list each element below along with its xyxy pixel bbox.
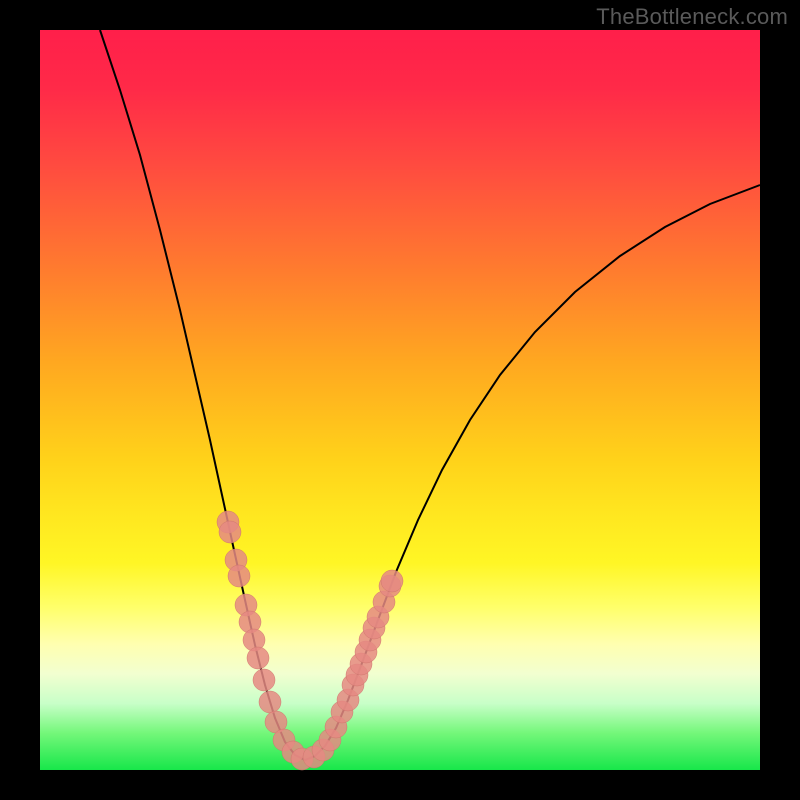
data-marker: [381, 570, 403, 592]
bottleneck-curve: [100, 30, 760, 760]
data-marker: [253, 669, 275, 691]
data-marker: [247, 647, 269, 669]
markers-left: [217, 511, 313, 770]
data-marker: [219, 521, 241, 543]
watermark-text: TheBottleneck.com: [596, 4, 788, 30]
plot-svg: [40, 30, 760, 770]
chart-stage: TheBottleneck.com: [0, 0, 800, 800]
data-marker: [228, 565, 250, 587]
markers-right: [303, 570, 403, 768]
data-marker: [259, 691, 281, 713]
plot-area: [40, 30, 760, 770]
